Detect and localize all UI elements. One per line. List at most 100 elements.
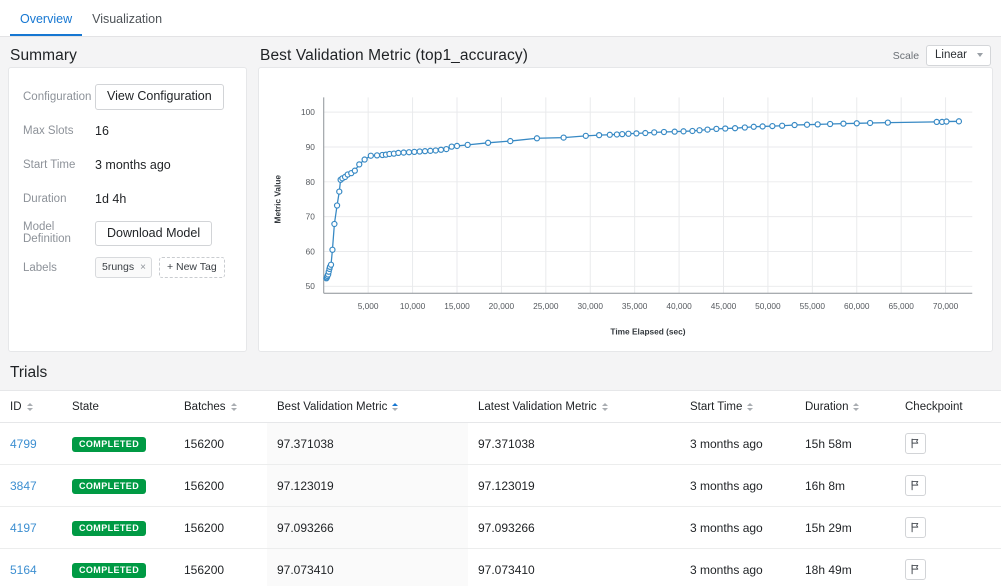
svg-text:50,000: 50,000 [755, 301, 781, 311]
svg-text:Metric Value: Metric Value [273, 175, 283, 224]
column-label-start-time: Start Time [690, 401, 743, 413]
sort-icon-id[interactable] [26, 403, 33, 411]
chevron-down-icon [977, 53, 983, 57]
table-row[interactable]: 3847 COMPLETED 156200 97.123019 97.123019 3 m… [0, 464, 1001, 507]
cell-id: 5164 [0, 548, 62, 586]
svg-text:25,000: 25,000 [533, 301, 559, 311]
table-row[interactable]: 4799 COMPLETED 156200 97.371038 97.371038 3 m… [0, 422, 1001, 465]
sort-icon-duration[interactable] [853, 403, 860, 411]
column-header-batches[interactable]: Batches [174, 391, 267, 423]
new-tag-button[interactable]: + New Tag [158, 257, 225, 278]
tab-visualization[interactable]: Visualization [82, 12, 172, 37]
column-label-latest-validation-metric: Latest Validation Metric [478, 401, 597, 413]
trial-id-link[interactable]: 3847 [10, 479, 37, 493]
cell-checkpoint [895, 464, 1001, 507]
sort-icon-best-validation-metric[interactable] [392, 403, 399, 411]
label-tag[interactable]: 5rungs × [95, 257, 152, 278]
summary-label-start-time: Start Time [23, 159, 76, 171]
cell-latest-validation-metric: 97.123019 [468, 464, 680, 507]
label-tag-list: 5rungs × + New Tag [95, 257, 225, 278]
column-label-duration: Duration [805, 401, 849, 413]
table-header-row: ID State Batches Best Validation Metric … [0, 391, 1001, 423]
cell-start-time: 3 months ago [680, 422, 795, 465]
summary-column: Summary Configuration View Configuration… [8, 37, 247, 353]
flag-icon[interactable] [905, 433, 926, 454]
scale-label: Scale [892, 49, 920, 62]
sort-icon-latest-validation-metric[interactable] [601, 403, 608, 411]
flag-icon[interactable] [905, 559, 926, 580]
summary-title: Summary [10, 46, 78, 64]
cell-best-validation-metric: 97.371038 [267, 422, 468, 465]
trials-title: Trials [10, 364, 48, 381]
sort-icon-start-time[interactable] [747, 403, 754, 411]
svg-text:55,000: 55,000 [800, 301, 826, 311]
svg-text:60: 60 [306, 246, 316, 256]
download-model-button[interactable]: Download Model [95, 220, 213, 246]
table-row[interactable]: 5164 COMPLETED 156200 97.073410 97.073410 3 m… [0, 548, 1001, 586]
trial-id-link[interactable]: 5164 [10, 563, 37, 577]
cell-checkpoint [895, 506, 1001, 549]
scale-control: Scale Linear [893, 45, 991, 66]
label-tag-text: 5rungs [102, 261, 135, 273]
summary-label-model-definition: Model Definition [23, 221, 71, 246]
svg-text:50: 50 [306, 281, 316, 291]
cell-checkpoint [895, 548, 1001, 586]
top-section: Summary Configuration View Configuration… [0, 37, 1001, 353]
status-badge: COMPLETED [72, 520, 147, 536]
cell-start-time: 3 months ago [680, 548, 795, 586]
column-header-best-validation-metric[interactable]: Best Validation Metric [267, 391, 468, 423]
chart-header: Best Validation Metric (top1_accuracy) S… [258, 37, 993, 67]
trials-table-body: 4799 COMPLETED 156200 97.371038 97.371038 3 m… [0, 422, 1001, 586]
column-header-duration[interactable]: Duration [795, 391, 895, 423]
tab-bar: Overview Visualization [0, 0, 1001, 37]
column-header-state[interactable]: State [62, 391, 174, 423]
summary-row-labels: Labels 5rungs × + New Tag [23, 255, 232, 280]
column-header-latest-validation-metric[interactable]: Latest Validation Metric [468, 391, 680, 423]
trial-id-link[interactable]: 4197 [10, 521, 37, 535]
column-label-best-validation-metric: Best Validation Metric [277, 401, 388, 413]
summary-label-labels: Labels [23, 261, 57, 274]
validation-metric-chart: 50 60 70 80 90 100 5,000 10,000 15,000 20,000 25,0… [273, 97, 973, 336]
column-label-state: State [72, 401, 99, 413]
cell-batches: 156200 [174, 464, 267, 507]
sort-icon-batches[interactable] [230, 403, 237, 411]
summary-row-model-definition: Model Definition Download Model [23, 220, 232, 246]
close-icon[interactable]: × [140, 262, 146, 273]
trials-table-head: ID State Batches Best Validation Metric … [0, 391, 1001, 423]
svg-text:60,000: 60,000 [844, 301, 870, 311]
column-header-checkpoint: Checkpoint [895, 391, 1001, 423]
cell-id: 4197 [0, 506, 62, 549]
svg-text:Time Elapsed (sec): Time Elapsed (sec) [610, 326, 685, 336]
svg-text:30,000: 30,000 [578, 301, 604, 311]
status-badge: COMPLETED [72, 436, 147, 452]
cell-state: COMPLETED [62, 422, 174, 465]
svg-text:70,000: 70,000 [933, 301, 959, 311]
svg-text:65,000: 65,000 [888, 301, 914, 311]
cell-best-validation-metric: 97.093266 [267, 506, 468, 549]
status-badge: COMPLETED [72, 562, 147, 578]
view-configuration-button[interactable]: View Configuration [95, 84, 224, 110]
flag-icon[interactable] [905, 517, 926, 538]
summary-label-duration: Duration [23, 193, 67, 205]
chart-title: Best Validation Metric (top1_accuracy) [260, 46, 528, 64]
column-header-start-time[interactable]: Start Time [680, 391, 795, 423]
scale-select-value: Linear [935, 49, 967, 61]
flag-icon[interactable] [905, 475, 926, 496]
chart-column: Best Validation Metric (top1_accuracy) S… [258, 37, 993, 353]
svg-text:100: 100 [301, 107, 315, 117]
summary-row-start-time: Start Time 3 months ago [23, 153, 232, 178]
summary-value-duration: 1d 4h [95, 192, 127, 206]
cell-id: 4799 [0, 422, 62, 465]
svg-text:70: 70 [306, 212, 316, 222]
tab-overview[interactable]: Overview [10, 12, 83, 36]
svg-text:90: 90 [306, 142, 316, 152]
trial-id-link[interactable]: 4799 [10, 437, 37, 451]
column-header-id[interactable]: ID [0, 391, 62, 423]
svg-text:80: 80 [306, 177, 316, 187]
column-label-id: ID [10, 401, 22, 413]
trials-table-wrap: ID State Batches Best Validation Metric … [0, 390, 1001, 586]
cell-latest-validation-metric: 97.073410 [468, 548, 680, 586]
table-row[interactable]: 4197 COMPLETED 156200 97.093266 97.093266 3 m… [0, 506, 1001, 549]
scale-select[interactable]: Linear [926, 45, 991, 66]
cell-start-time: 3 months ago [680, 464, 795, 507]
